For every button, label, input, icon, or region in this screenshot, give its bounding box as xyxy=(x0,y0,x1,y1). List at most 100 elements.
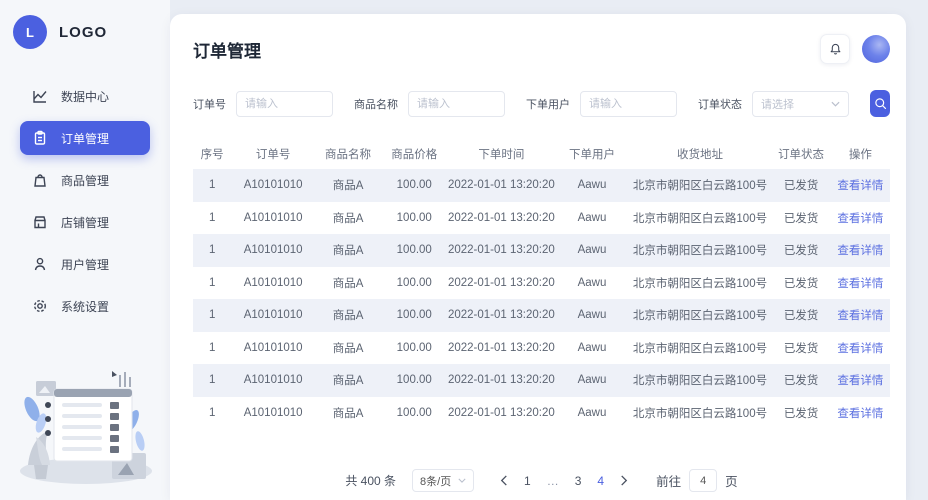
sidebar-item-system-settings[interactable]: 系统设置 xyxy=(20,289,150,323)
filter-label: 订单状态 xyxy=(698,98,742,111)
cell-index: 1 xyxy=(193,234,232,267)
cell-index: 1 xyxy=(193,169,232,202)
orders-table-body: 1 A10101010 商品A 100.00 2022-01-01 13:20:… xyxy=(193,169,890,429)
cell-product-price: 100.00 xyxy=(396,211,432,224)
filter-product-name: 商品名称 xyxy=(354,90,505,117)
column-header: 订单号 xyxy=(231,139,315,169)
cell-address: 北京市朝阳区白云路100号 xyxy=(628,234,772,267)
order-status-select[interactable]: 请选择 xyxy=(752,90,849,117)
cell-order-status: 已发货 xyxy=(783,212,819,225)
cell-product-name: 商品A xyxy=(332,407,364,420)
column-header: 收货地址 xyxy=(628,139,772,169)
cell-order-no: A10101010 xyxy=(231,234,315,267)
jump-suffix: 页 xyxy=(725,475,738,489)
next-page-button[interactable] xyxy=(612,475,636,486)
page-size-select[interactable]: 8条/页 xyxy=(412,469,475,492)
sidebar-item-label: 订单管理 xyxy=(61,131,110,146)
cell-product-price: 100.00 xyxy=(381,299,448,332)
header-actions xyxy=(820,34,890,64)
page-number-4[interactable]: 4 xyxy=(589,474,612,488)
cell-product-price: 100.00 xyxy=(381,169,448,202)
sidebar-item-product-management[interactable]: 商品管理 xyxy=(20,163,150,197)
column-header: 商品名称 xyxy=(314,139,382,169)
cell-product-name: 商品A xyxy=(314,364,382,397)
cell-address: 北京市朝阳区白云路100号 xyxy=(628,169,772,202)
filter-label: 商品名称 xyxy=(354,98,398,111)
cell-product-price: 100.00 xyxy=(381,234,448,267)
main-content: 订单管理 订单号 商品名称 下单用户 xyxy=(170,14,906,500)
cell-address: 北京市朝阳区白云路100号 xyxy=(628,299,772,332)
search-icon xyxy=(873,96,888,111)
cell-product-name: 商品A xyxy=(332,277,364,290)
sidebar-item-store-management[interactable]: 店铺管理 xyxy=(20,205,150,239)
prev-page-button[interactable] xyxy=(492,475,516,486)
sidebar-item-user-management[interactable]: 用户管理 xyxy=(20,247,150,281)
sidebar-menu: 数据中心 订单管理 商品管理 店铺管理 用户管理 系统设置 xyxy=(0,79,170,323)
table-row: 1 A10101010 商品A 100.00 2022-01-01 13:20:… xyxy=(193,397,890,430)
table-row: 1 A10101010 商品A 100.00 2022-01-01 13:20:… xyxy=(193,299,890,332)
cell-order-status: 已发货 xyxy=(771,299,831,332)
view-details-link[interactable]: 查看详情 xyxy=(837,213,883,225)
cell-order-user: Aawu xyxy=(555,169,629,202)
page-ellipsis[interactable]: … xyxy=(539,474,567,488)
cell-order-time: 2022-01-01 13:20:20 xyxy=(447,211,555,224)
cell-action: 查看详情 xyxy=(831,202,890,235)
logo: L LOGO xyxy=(0,0,170,49)
select-placeholder: 请选择 xyxy=(761,98,794,111)
column-header: 操作 xyxy=(830,139,890,169)
table-row: 1 A10101010 商品A 100.00 2022-01-01 13:20:… xyxy=(193,169,890,202)
user-avatar[interactable] xyxy=(862,35,890,63)
search-button[interactable] xyxy=(870,90,890,117)
cell-index: 1 xyxy=(193,364,232,397)
cell-order-status: 已发货 xyxy=(771,364,831,397)
column-header: 商品价格 xyxy=(381,139,448,169)
cell-index: 1 xyxy=(208,341,216,354)
cell-order-no: A10101010 xyxy=(231,299,315,332)
cell-order-time: 2022-01-01 13:20:20 xyxy=(447,169,556,202)
page-number-1[interactable]: 1 xyxy=(516,474,539,488)
orders-table: 序号 订单号 商品名称 商品价格 下单时间 下单用户 收货地址 订单状态 操作 … xyxy=(193,139,890,429)
cell-address: 北京市朝阳区白云路100号 xyxy=(628,364,772,397)
notification-button[interactable] xyxy=(820,34,850,64)
product-name-input[interactable] xyxy=(408,90,505,117)
cell-order-time: 2022-01-01 13:20:20 xyxy=(447,276,555,289)
cell-product-price: 100.00 xyxy=(381,364,448,397)
view-details-link[interactable]: 查看详情 xyxy=(837,375,883,387)
cell-action: 查看详情 xyxy=(830,234,890,267)
view-details-link[interactable]: 查看详情 xyxy=(837,343,883,355)
jump-to-page-input[interactable] xyxy=(689,469,718,492)
cell-order-time: 2022-01-01 13:20:20 xyxy=(447,341,555,354)
view-details-link[interactable]: 查看详情 xyxy=(837,278,883,290)
bell-icon xyxy=(828,42,843,57)
filter-bar: 订单号 商品名称 下单用户 订单状态 请选择 xyxy=(193,90,890,117)
cell-order-user: Aawu xyxy=(577,276,607,289)
view-details-link[interactable]: 查看详情 xyxy=(837,180,883,192)
sidebar-item-label: 用户管理 xyxy=(61,257,110,272)
cell-index: 1 xyxy=(208,276,216,289)
cell-order-status: 已发货 xyxy=(771,234,831,267)
view-details-link[interactable]: 查看详情 xyxy=(837,408,883,420)
chevron-down-icon xyxy=(831,101,840,107)
page-number-3[interactable]: 3 xyxy=(567,474,590,488)
chart-icon xyxy=(32,88,48,104)
view-details-link[interactable]: 查看详情 xyxy=(837,310,883,322)
cell-address: 北京市朝阳区白云路100号 xyxy=(632,277,768,290)
sidebar-item-label: 系统设置 xyxy=(61,299,110,314)
cell-order-time: 2022-01-01 13:20:20 xyxy=(447,406,555,419)
order-user-input[interactable] xyxy=(580,90,677,117)
view-details-link[interactable]: 查看详情 xyxy=(837,245,883,257)
order-no-input[interactable] xyxy=(236,90,333,117)
gear-icon xyxy=(32,298,48,314)
sidebar: L LOGO 数据中心 订单管理 商品管理 店铺管理 用户管理 系统设置 xyxy=(0,0,170,500)
cell-order-time: 2022-01-01 13:20:20 xyxy=(447,364,556,397)
table-row: 1 A10101010 商品A 100.00 2022-01-01 13:20:… xyxy=(193,202,890,235)
sidebar-item-data-center[interactable]: 数据中心 xyxy=(20,79,150,113)
sidebar-item-order-management[interactable]: 订单管理 xyxy=(20,121,150,155)
cell-action: 查看详情 xyxy=(831,332,890,365)
cell-order-user: Aawu xyxy=(577,211,607,224)
user-icon xyxy=(32,256,48,272)
cell-order-user: Aawu xyxy=(555,299,629,332)
filter-order-user: 下单用户 xyxy=(526,90,677,117)
cell-action: 查看详情 xyxy=(831,267,890,300)
column-header: 序号 xyxy=(193,139,232,169)
